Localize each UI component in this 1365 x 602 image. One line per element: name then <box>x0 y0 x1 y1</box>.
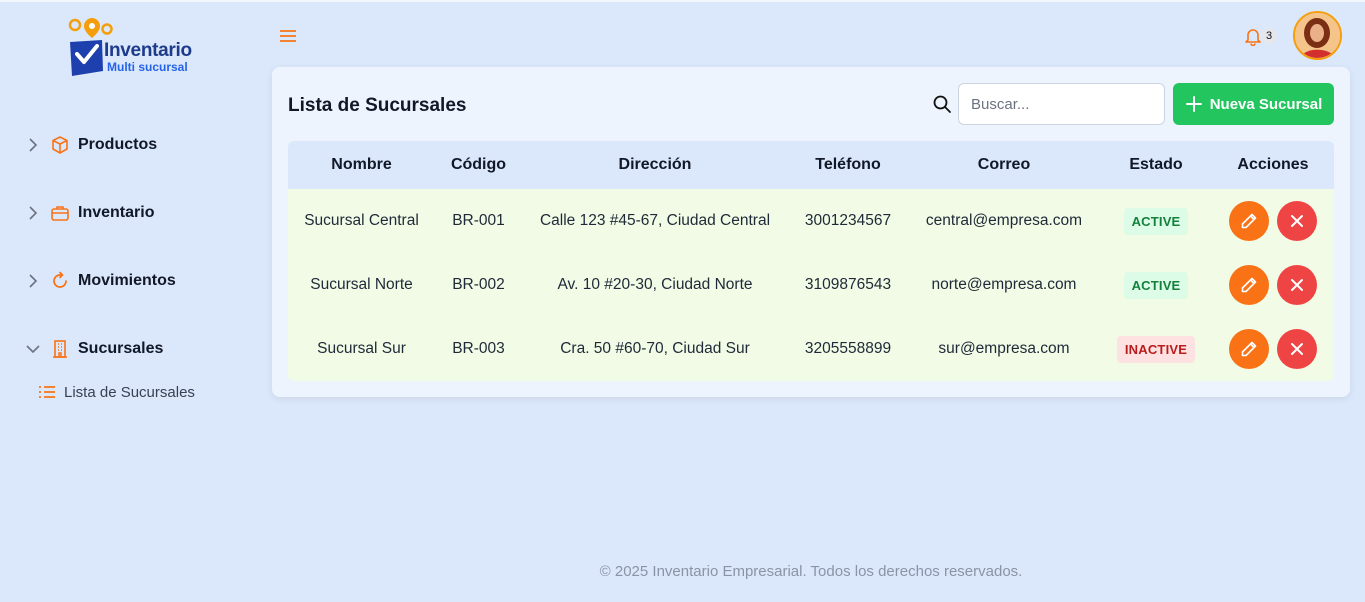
sidebar-item-label: Movimientos <box>78 272 176 289</box>
chevron-right-icon <box>26 138 40 152</box>
cell-correo: norte@empresa.com <box>931 276 1077 293</box>
cell-estado: ACTIVE <box>1100 207 1212 235</box>
status-badge: ACTIVE <box>1123 207 1189 235</box>
delete-button[interactable] <box>1277 201 1317 241</box>
pencil-icon <box>1241 277 1257 293</box>
column-header-estado[interactable]: Estado <box>1100 156 1212 174</box>
list-icon <box>38 383 56 401</box>
column-header-telefono[interactable]: Teléfono <box>788 156 908 174</box>
menu-toggle-icon[interactable] <box>278 26 298 46</box>
cell-correo: central@empresa.com <box>925 212 1083 229</box>
cell-nombre: Sucursal Central <box>304 212 419 229</box>
search-icon <box>932 94 952 114</box>
table-header: Nombre Código Dirección Teléfono Correo … <box>288 141 1334 189</box>
table-body: Sucursal Central BR-001 Calle 123 #45-67… <box>288 189 1334 381</box>
cell-correo: sur@empresa.com <box>938 340 1070 357</box>
branches-table: Nombre Código Dirección Teléfono Correo … <box>288 141 1334 381</box>
refresh-icon <box>50 271 70 291</box>
column-header-codigo[interactable]: Código <box>435 156 522 174</box>
pencil-icon <box>1241 341 1257 357</box>
logo-title: Inventario <box>104 40 192 61</box>
cell-direccion: Cra. 50 #60-70, Ciudad Sur <box>560 340 750 357</box>
table-row: Sucursal Sur BR-003 Cra. 50 #60-70, Ciud… <box>288 317 1334 381</box>
close-icon <box>1291 343 1303 355</box>
search-input[interactable] <box>958 83 1165 125</box>
cell-telefono: 3109876543 <box>804 276 892 293</box>
sidebar-item-movimientos[interactable]: Movimientos <box>26 269 176 293</box>
cell-acciones <box>1212 201 1334 241</box>
cell-codigo: BR-002 <box>452 276 505 293</box>
table-row: Sucursal Central BR-001 Calle 123 #45-67… <box>288 189 1334 253</box>
edit-button[interactable] <box>1229 329 1269 369</box>
pencil-icon <box>1241 213 1257 229</box>
chevron-down-icon <box>26 342 40 356</box>
user-avatar[interactable] <box>1293 11 1342 60</box>
cell-acciones <box>1212 265 1334 305</box>
sidebar-item-label: Sucursales <box>78 340 164 357</box>
page-title: Lista de Sucursales <box>288 95 467 116</box>
box-icon <box>50 135 70 155</box>
column-header-nombre[interactable]: Nombre <box>288 156 435 174</box>
logo-subtitle: Multi sucursal <box>107 60 188 74</box>
status-badge: ACTIVE <box>1123 271 1189 299</box>
delete-button[interactable] <box>1277 329 1317 369</box>
new-branch-label: Nueva Sucursal <box>1209 95 1323 113</box>
cell-estado: ACTIVE <box>1100 271 1212 299</box>
column-header-acciones: Acciones <box>1237 156 1309 173</box>
sidebar-subitem-label: Lista de Sucursales <box>64 383 195 401</box>
branches-card: Lista de Sucursales Nueva Sucursal Nombr… <box>272 67 1350 397</box>
close-icon <box>1291 215 1303 227</box>
column-header-direccion[interactable]: Dirección <box>522 156 788 174</box>
cell-nombre: Sucursal Norte <box>310 276 413 293</box>
sidebar-item-productos[interactable]: Productos <box>26 133 157 157</box>
cell-telefono: 3205558899 <box>804 340 892 357</box>
cell-codigo: BR-001 <box>452 212 505 229</box>
close-icon <box>1291 279 1303 291</box>
chevron-right-icon <box>26 274 40 288</box>
delete-button[interactable] <box>1277 265 1317 305</box>
column-header-correo[interactable]: Correo <box>908 156 1100 174</box>
sidebar-item-sucursales[interactable]: Sucursales <box>26 337 163 361</box>
briefcase-icon <box>50 203 70 223</box>
app-logo[interactable]: Inventario Multi sucursal <box>66 16 206 80</box>
cell-telefono: 3001234567 <box>804 212 892 229</box>
sidebar-item-label: Inventario <box>78 204 155 221</box>
footer-text: © 2025 Inventario Empresarial. Todos los… <box>599 563 1023 580</box>
plus-icon <box>1185 95 1203 113</box>
sidebar-item-inventario[interactable]: Inventario <box>26 201 154 225</box>
table-row: Sucursal Norte BR-002 Av. 10 #20-30, Ciu… <box>288 253 1334 317</box>
cell-codigo: BR-003 <box>452 340 505 357</box>
cell-direccion: Calle 123 #45-67, Ciudad Central <box>539 212 771 229</box>
cell-nombre: Sucursal Sur <box>317 340 406 357</box>
edit-button[interactable] <box>1229 201 1269 241</box>
cell-acciones <box>1212 329 1334 369</box>
cell-direccion: Av. 10 #20-30, Ciudad Norte <box>557 276 753 293</box>
sidebar-item-label: Productos <box>78 136 158 153</box>
status-badge: INACTIVE <box>1116 335 1196 363</box>
new-branch-button[interactable]: Nueva Sucursal <box>1173 83 1334 125</box>
bell-icon[interactable] <box>1244 26 1262 47</box>
edit-button[interactable] <box>1229 265 1269 305</box>
notification-count-badge: 3 <box>1261 28 1277 44</box>
sidebar-subitem-lista-sucursales[interactable]: Lista de Sucursales <box>38 383 195 401</box>
cell-estado: INACTIVE <box>1100 335 1212 363</box>
building-icon <box>50 339 70 359</box>
chevron-right-icon <box>26 206 40 220</box>
sidebar: Inventario Multi sucursal Productos Inve… <box>0 2 250 602</box>
